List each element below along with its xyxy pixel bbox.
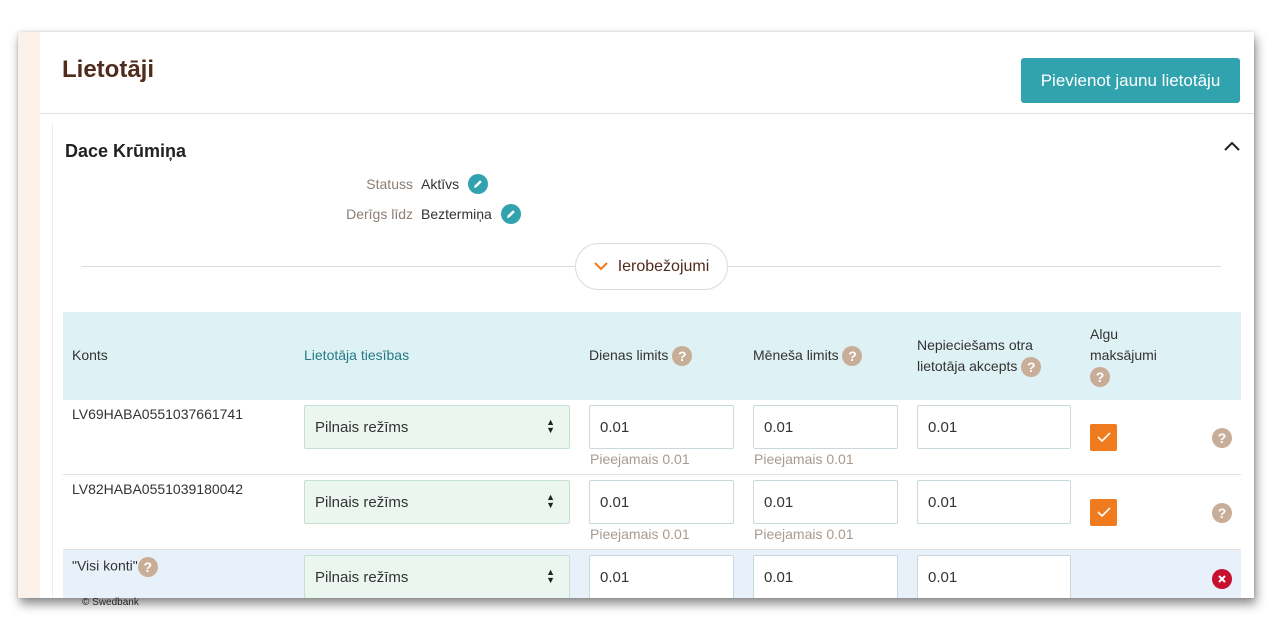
second-accept-input[interactable]: 0.01 [917,405,1071,449]
valid-until-label: Derīgs līdz [346,206,413,222]
salary-payments-checkbox[interactable] [1090,424,1117,451]
rights-select[interactable]: Pilnais režīms ▲ ▼ [304,405,570,449]
user-name: Dace Krūmiņa [65,141,187,161]
chevron-down-icon [593,262,608,271]
table-row: LV69HABA0551037661741 Pilnais režīms ▲ ▼ … [63,400,1241,475]
question-mark-icon[interactable]: ? [842,346,863,367]
rights-select-value: Pilnais režīms [315,568,409,586]
sort-arrows-icon: ▲ ▼ [546,492,555,510]
header-daily-limit: Dienas limits ? [589,345,693,367]
chevron-up-icon[interactable] [1221,135,1243,157]
rights-select-value: Pilnais režīms [315,418,409,436]
header-daily-limit-label: Dienas limits [589,347,669,363]
header-salary-payments: Algu maksājumi ? [1090,324,1180,388]
header-monthly-limit: Mēneša limits ? [753,345,863,367]
checkmark-icon [1096,507,1111,518]
limits-toggle-label: Ierobežojumi [617,257,710,275]
account-number: "Visi konti"? [72,557,158,577]
header-user-rights[interactable]: Lietotāja tiesības [304,345,409,366]
daily-limit-input[interactable]: 0.01 [589,480,734,524]
header-monthly-limit-label: Mēneša limits [753,347,839,363]
header-salary-payments-label: Algu maksājumi [1090,326,1157,363]
question-mark-icon[interactable]: ? [137,557,158,577]
daily-limit-input[interactable]: 0.01 [589,555,734,598]
close-circle-icon[interactable] [1212,569,1232,589]
row-help[interactable]: ? [1212,428,1232,448]
monthly-limit-input[interactable]: 0.01 [753,480,898,524]
account-number: LV82HABA0551039180042 [72,481,244,497]
salary-payments-checkbox[interactable] [1090,499,1117,526]
header-second-accept-label: Nepieciešams otra lietotāja akcepts [917,337,1033,374]
all-accounts-label: "Visi konti" [72,557,138,574]
daily-available: Pieejamais 0.01 [590,451,690,467]
status-label: Statuss [366,176,413,192]
sort-arrows-icon: ▲ ▼ [546,567,555,585]
question-mark-icon[interactable]: ? [1021,357,1042,378]
question-mark-icon[interactable]: ? [1212,428,1232,448]
question-mark-icon[interactable]: ? [1212,503,1232,523]
monthly-available: Pieejamais 0.01 [754,451,854,467]
checkmark-icon [1096,432,1111,443]
account-number: LV69HABA0551037661741 [72,406,244,422]
question-mark-icon[interactable]: ? [672,346,693,367]
daily-available: Pieejamais 0.01 [590,526,690,542]
table-header: Konts Lietotāja tiesības Dienas limits ?… [63,312,1241,400]
valid-until-value: Beztermiņa [421,206,492,222]
left-strip [18,32,40,598]
limits-toggle-button[interactable]: Ierobežojumi [575,243,728,290]
valid-until-row: Derīgs līdz Beztermiņa [273,204,521,224]
add-user-button[interactable]: Pievienot jaunu lietotāju [1021,58,1240,103]
rights-select-value: Pilnais režīms [315,493,409,511]
table-row: LV82HABA0551039180042 Pilnais režīms ▲ ▼ … [63,475,1241,550]
daily-limit-input[interactable]: 0.01 [589,405,734,449]
user-card: Dace Krūmiņa Statuss Aktīvs Derīgs līdz … [52,123,1254,598]
sort-arrows-icon: ▲ ▼ [546,417,555,435]
monthly-available: Pieejamais 0.01 [754,526,854,542]
monthly-limit-input[interactable]: 0.01 [753,405,898,449]
status-value: Aktīvs [421,176,460,192]
second-accept-input[interactable]: 0.01 [917,555,1071,598]
row-help[interactable]: ? [1212,503,1232,523]
title-divider [40,113,1254,114]
table-row: "Visi konti"? Pilnais režīms ▲ ▼ 0.01 0.0… [63,550,1241,598]
users-panel: Lietotāji Pievienot jaunu lietotāju Dace… [18,32,1254,598]
rights-select[interactable]: Pilnais režīms ▲ ▼ [304,480,570,524]
question-mark-icon[interactable]: ? [1090,367,1110,388]
header-second-accept: Nepieciešams otra lietotāja akcepts ? [917,335,1057,378]
header-account: Konts [72,347,108,363]
copyright: © Swedbank [82,597,139,608]
rights-select[interactable]: Pilnais režīms ▲ ▼ [304,555,570,598]
second-accept-input[interactable]: 0.01 [917,480,1071,524]
pencil-icon[interactable] [468,174,489,194]
monthly-limit-input[interactable]: 0.01 [753,555,898,598]
pencil-icon[interactable] [500,204,521,224]
page-title: Lietotāji [62,56,155,83]
status-row: Statuss Aktīvs [273,174,489,194]
